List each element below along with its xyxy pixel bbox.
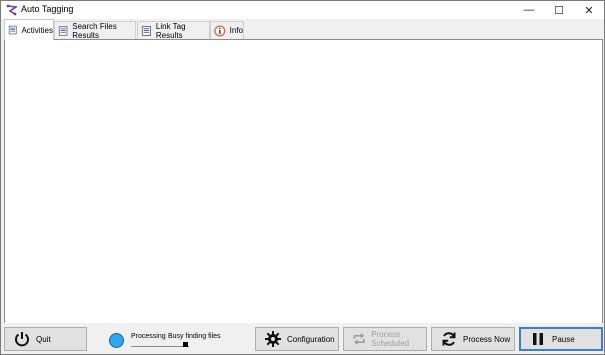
minimize-button[interactable]: — xyxy=(514,1,544,19)
pause-icon xyxy=(533,333,543,345)
gear-icon xyxy=(265,331,281,347)
tab-activities[interactable]: Activities xyxy=(4,19,54,40)
power-icon xyxy=(15,332,29,347)
app-logo-icon xyxy=(6,4,18,16)
document-list-icon xyxy=(8,25,17,35)
bottom-toolbar: Quit Processing Busy finding files Confi… xyxy=(1,323,604,354)
progress-thumb xyxy=(183,342,188,347)
status-label: Processing xyxy=(131,333,166,340)
tab-label: Info xyxy=(229,26,243,35)
status-indicator xyxy=(109,333,124,348)
document-list-icon xyxy=(58,25,68,36)
quit-button[interactable]: Quit xyxy=(4,327,87,351)
tab-info[interactable]: Info xyxy=(210,21,244,39)
configuration-label: Configuration xyxy=(287,334,335,344)
maximize-button[interactable]: ☐ xyxy=(544,1,574,19)
window-title: Auto Tagging xyxy=(21,4,74,14)
document-list-icon xyxy=(141,25,151,36)
title-bar: Auto Tagging — ☐ ✕ xyxy=(1,1,604,19)
refresh-icon xyxy=(442,332,456,346)
repeat-icon xyxy=(353,333,365,345)
tab-link-tag-results[interactable]: Link Tag Results xyxy=(137,21,210,40)
quit-label: Quit xyxy=(36,334,51,344)
activities-log-pane[interactable] xyxy=(4,39,603,324)
tab-search-files-results[interactable]: Search Files Results xyxy=(54,21,136,40)
tab-label: Activities xyxy=(21,25,53,35)
progress-track xyxy=(131,343,189,347)
close-button[interactable]: ✕ xyxy=(574,1,604,19)
process-scheduled-button[interactable]: Process Scheduled xyxy=(343,327,427,351)
info-icon xyxy=(214,24,226,37)
configuration-button[interactable]: Configuration xyxy=(255,327,339,351)
process-now-button[interactable]: Process Now xyxy=(431,327,515,351)
process-scheduled-label: Process Scheduled xyxy=(371,330,410,348)
tab-strip: Activities Search Files Results Link Tag… xyxy=(1,19,604,40)
status-text: Busy finding files xyxy=(168,333,221,340)
tab-label: Link Tag Results xyxy=(155,21,186,40)
pause-button[interactable]: Pause xyxy=(519,327,603,351)
tab-label: Search Files Results xyxy=(72,21,117,40)
pause-label: Pause xyxy=(552,334,575,344)
process-now-label: Process Now xyxy=(463,334,511,344)
app-window: Auto Tagging — ☐ ✕ Activities Search Fil… xyxy=(0,0,605,355)
